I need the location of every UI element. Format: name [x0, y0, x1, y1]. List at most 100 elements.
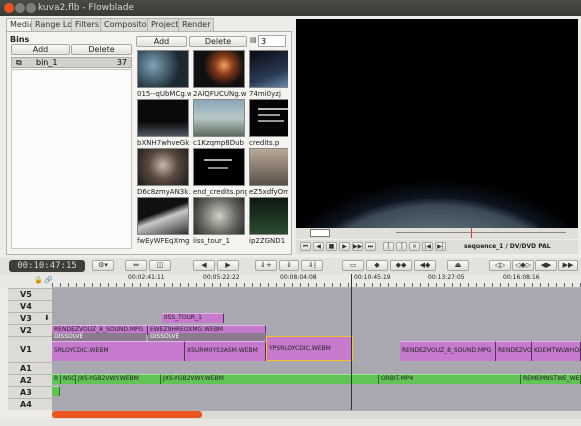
maximize-icon[interactable] [26, 3, 36, 13]
clip-v1[interactable]: RENDEZVOUZ [496, 341, 532, 361]
bin-folder-icon: ⧉ [16, 58, 22, 67]
clip-thumbnail[interactable] [137, 50, 189, 88]
clip-v1[interactable]: RENDEZVOUZ_8_SOUND.MPG [400, 341, 496, 361]
track-lock-icon[interactable]: ⬇ [44, 314, 50, 322]
track-header-a2[interactable]: A2 [8, 374, 52, 386]
clip-a2[interactable]: REMEMNSTWE_WEB [521, 374, 581, 384]
tab-filters[interactable]: Filters [71, 18, 103, 31]
lift-button[interactable]: ⇓| [301, 260, 323, 271]
clip-label: D6c8zmyAN3k.w [137, 188, 191, 196]
playhead-line [351, 274, 352, 410]
lock-icon[interactable]: 🔒 [34, 276, 43, 284]
splice-button[interactable]: ◆◆ [390, 260, 412, 271]
marker-button[interactable]: ⏏ [447, 260, 469, 271]
dissolve-compositor[interactable]: DISSOLVE [148, 333, 266, 341]
playhead-marker [471, 228, 472, 238]
clip-v3[interactable]: IISS_TOUR_1 [162, 313, 224, 323]
edit-mode-button[interactable]: ⚙▾ [92, 260, 114, 271]
track-header-v4[interactable]: V4 [8, 300, 52, 312]
media-grid[interactable]: 015--qUbMCg.we 2AIQFUCUNg.we 74mi0yzj bX… [135, 50, 288, 252]
close-icon[interactable] [4, 3, 14, 13]
overwrite-button[interactable]: ⇓ [279, 260, 299, 271]
trim-button[interactable]: ◀◆ [414, 260, 436, 271]
tab-render[interactable]: Render [178, 18, 215, 31]
rewind-icon[interactable]: ◀ [313, 242, 324, 251]
mark-in-icon[interactable]: [ [383, 242, 394, 251]
clip-v1-selected[interactable]: YPSRLOYCDIC.WEBM [266, 336, 353, 361]
clip-thumbnail[interactable] [137, 148, 189, 186]
zoom-out-button[interactable]: ◫ [149, 260, 171, 271]
clip-thumbnail[interactable] [249, 148, 288, 186]
scrollbar-thumb[interactable] [52, 411, 202, 418]
split-right-button[interactable]: ▶ [217, 260, 239, 271]
resync-button[interactable]: ▭ [342, 260, 364, 271]
clip-thumbnail[interactable] [137, 99, 189, 137]
track-header-v1[interactable]: V1 [8, 336, 52, 362]
clip-thumbnail[interactable] [249, 50, 288, 88]
forward-icon[interactable]: ▶▶ [352, 242, 363, 251]
ruler-label: 00:05:22:22 [203, 274, 240, 281]
clip-a2[interactable]: JXS-YGB2VWY.WEBM [161, 374, 379, 384]
clip-a2[interactable]: ORBIT.MP4 [379, 374, 521, 384]
delete-bin-button[interactable]: Delete [71, 44, 132, 55]
clip-label: 2AIQFUCUNg.we [193, 90, 247, 98]
bin-row[interactable]: ⧉ bin_1 37 [11, 57, 132, 68]
compositor-button[interactable]: ◁◆▷ [512, 260, 534, 271]
filter-button[interactable]: ◀▶ [535, 260, 557, 271]
bins-title: Bins [10, 35, 30, 44]
track-header-v2[interactable]: V2 [8, 324, 52, 336]
clip-thumbnail[interactable] [193, 99, 245, 137]
dissolve-compositor[interactable]: DISSOLVE [52, 333, 146, 341]
clip-v1[interactable]: XSURM0YS3ASM.WEBM [185, 341, 266, 361]
audio-sync-button[interactable]: ◁▷ [489, 260, 511, 271]
bins-list[interactable] [11, 69, 132, 249]
clip-v1[interactable]: KDEMTWLWHOM [532, 341, 581, 361]
delete-media-button[interactable]: Delete [189, 36, 247, 47]
sequence-label: sequence_1 / DV/DVD PAL [464, 243, 551, 250]
clip-a2[interactable]: R [52, 374, 61, 384]
minimize-icon[interactable] [15, 3, 25, 13]
split-left-button[interactable]: ◀ [193, 260, 215, 271]
clip-v1[interactable]: 5RLOYCDIC.WEBM [52, 341, 185, 361]
prev-icon[interactable]: ⏮ [300, 242, 311, 251]
insert-button[interactable]: ⇓+ [255, 260, 277, 271]
clip-thumbnail[interactable] [193, 148, 245, 186]
clip-a3[interactable] [52, 386, 60, 396]
bin-count: 37 [116, 58, 127, 67]
add-media-button[interactable]: Add [136, 36, 187, 47]
clip-a2[interactable]: JXS-YGB2VWY.WEBM [76, 374, 161, 384]
viewer-scrubber[interactable] [296, 228, 578, 239]
flowblade-window: kuva2.flb - Flowblade Media Range Log Fi… [0, 0, 581, 426]
scrubber-handle[interactable] [310, 229, 330, 237]
to-in-icon[interactable]: |◀ [422, 242, 433, 251]
clip-thumbnail[interactable] [193, 197, 245, 235]
add-bin-button[interactable]: Add [11, 44, 70, 55]
more-tools-button[interactable]: ▶▶ [558, 260, 578, 271]
play-icon[interactable]: ▶ [339, 242, 350, 251]
clip-a2[interactable]: NSC [61, 374, 76, 384]
clip-label: c1Kzqmp8Dub [193, 139, 244, 147]
clip-thumbnail[interactable] [137, 197, 189, 235]
clip-label: fwEyWFEqXmg [137, 237, 190, 245]
track-header-v5[interactable]: V5 [8, 288, 52, 300]
stop-icon[interactable]: ■ [326, 242, 337, 251]
track-header-a3[interactable]: A3 [8, 386, 52, 398]
mark-out-icon[interactable]: ] [396, 242, 407, 251]
bin-name: bin_1 [36, 58, 58, 67]
clip-thumbnail[interactable] [249, 99, 288, 137]
columns-spinner[interactable]: 3 [258, 35, 286, 47]
to-out-icon[interactable]: ▶| [435, 242, 446, 251]
track-header-a1[interactable]: A1 [8, 362, 52, 374]
video-viewer[interactable] [296, 19, 578, 228]
next-icon[interactable]: ⏭ [365, 242, 376, 251]
clip-label: eZ5xdfyOmj [249, 188, 288, 196]
timeline-scrollbar[interactable] [52, 410, 581, 419]
clip-thumbnail[interactable] [193, 50, 245, 88]
track-header-a4[interactable]: A4 [8, 398, 52, 410]
clip-label: 74mi0yzj [249, 90, 281, 98]
clip-thumbnail[interactable] [249, 197, 288, 235]
cut-button[interactable]: ◆ [366, 260, 388, 271]
ruler-label: 00:08:04:08 [280, 274, 317, 281]
zoom-fit-button[interactable]: ⇔ [125, 260, 147, 271]
clear-marks-icon[interactable]: × [409, 242, 420, 251]
